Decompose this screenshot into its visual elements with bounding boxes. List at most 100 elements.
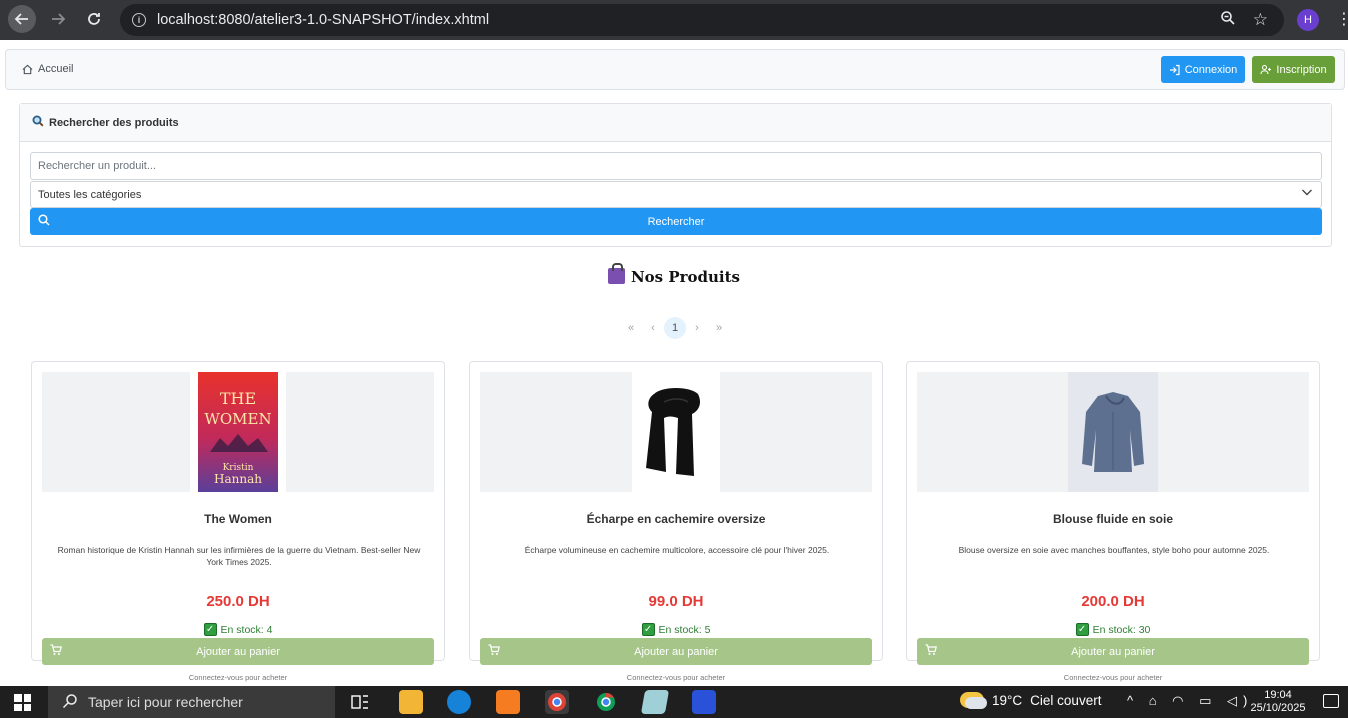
zoom-icon[interactable] [1220,10,1236,30]
search-panel-header: Rechercher des produits [20,104,1331,142]
product-price: 250.0 DH [206,593,270,610]
login-to-buy-note: Connectez-vous pour acheter [626,673,726,682]
reload-button[interactable] [80,5,108,33]
product-price: 200.0 DH [1081,593,1145,610]
reload-icon [88,13,100,25]
product-price: 99.0 DH [648,593,704,610]
register-button[interactable]: Inscription [1252,56,1335,83]
product-card: THE WOMEN Kristin Hannah The Women Roman… [31,361,445,682]
page-number-button[interactable]: 1 [664,317,686,339]
pagination: « ‹ 1 › » [620,317,730,339]
system-tray-icons[interactable]: ^ ⌂ ◠ ▭ ◁) [1127,693,1253,709]
cart-icon [50,644,62,659]
forward-button[interactable] [44,5,72,33]
task-view-icon[interactable] [348,690,372,714]
last-page-button[interactable]: » [708,317,730,339]
os-taskbar: Taper ici pour rechercher 19°C Ciel couv… [0,686,1348,718]
add-to-cart-label: Ajouter au panier [1071,645,1155,658]
cloudy-weather-icon [960,692,987,709]
bookmark-star-icon[interactable]: ☆ [1253,10,1268,30]
chrome-active-icon[interactable] [545,690,569,714]
xampp-icon[interactable] [496,690,520,714]
home-icon [22,64,33,74]
add-to-cart-label: Ajouter au panier [634,645,718,658]
products-title-text: Nos Produits [630,268,741,286]
add-to-cart-button[interactable]: Ajouter au panier [42,638,434,665]
product-description: Roman historique de Kristin Hannah sur l… [57,545,421,567]
svg-text:THE: THE [220,389,256,408]
check-icon: ✓ [1075,623,1089,636]
home-label: Accueil [38,63,74,75]
home-link[interactable]: Accueil [22,63,73,75]
product-search-input[interactable] [30,152,1322,180]
windows-start-icon[interactable] [14,694,31,711]
clock-date: 25/10/2025 [1250,702,1306,714]
site-info-icon[interactable]: i [132,13,146,27]
product-image-container: THE WOMEN Kristin Hannah [42,372,434,492]
add-to-cart-button[interactable]: Ajouter au panier [917,638,1309,665]
login-button[interactable]: Connexion [1161,56,1245,83]
notification-icon[interactable] [1323,694,1339,708]
stock-status: ✓ En stock: 5 [470,623,882,636]
product-card: Blouse fluide en soie Blouse oversize en… [906,361,1320,682]
chevron-down-icon [1301,186,1313,201]
taskbar-clock[interactable]: 19:04 25/10/2025 [1248,689,1308,715]
weather-description: Ciel couvert [1030,692,1102,708]
browser-toolbar: i localhost:8080/atelier3-1.0-SNAPSHOT/i… [0,0,1348,40]
search-panel: Rechercher des produits Toutes les catég… [19,103,1332,247]
next-page-button[interactable]: › [686,317,708,339]
check-icon: ✓ [641,623,655,636]
book-cover-image: THE WOMEN Kristin Hannah [190,372,286,492]
arrow-left-icon [14,13,28,25]
add-to-cart-label: Ajouter au panier [196,645,280,658]
stock-status: ✓ En stock: 4 [32,623,444,636]
product-image-container [480,372,872,492]
category-selected-value: Toutes les catégories [38,188,142,201]
search-icon [32,115,44,130]
add-to-cart-button[interactable]: Ajouter au panier [480,638,872,665]
top-navbar: Accueil Connexion Inscription [5,49,1345,90]
weather-widget[interactable]: 19°C Ciel couvert [960,692,1102,709]
arrow-right-icon [52,13,66,25]
stock-text: En stock: 30 [1092,623,1151,636]
login-to-buy-note: Connectez-vous pour acheter [1063,673,1163,682]
blouse-image [1068,372,1158,492]
address-bar[interactable]: i localhost:8080/atelier3-1.0-SNAPSHOT/i… [120,4,1284,36]
file-explorer-icon[interactable] [399,690,423,714]
category-select[interactable]: Toutes les catégories [30,181,1322,208]
search-button[interactable]: Rechercher [30,208,1322,235]
stock-text: En stock: 5 [658,623,711,636]
weather-temperature: 19°C [992,692,1023,708]
notepad-icon[interactable] [640,690,670,714]
clock-time: 19:04 [1264,689,1292,701]
url-text[interactable]: localhost:8080/atelier3-1.0-SNAPSHOT/ind… [157,12,489,28]
edge-browser-icon[interactable] [447,690,471,714]
cart-icon [925,644,937,659]
stock-text: En stock: 4 [220,623,273,636]
search-icon [62,693,78,713]
register-label: Inscription [1276,63,1327,76]
product-image-container [917,372,1309,492]
first-page-button[interactable]: « [620,317,642,339]
search-panel-title: Rechercher des produits [49,116,179,129]
sign-in-icon [1169,64,1180,75]
product-description: Écharpe volumineuse en cachemire multico… [524,545,830,555]
check-icon: ✓ [203,623,217,636]
products-section-title: Nos Produits [0,263,1348,286]
shopping-bags-icon [607,263,625,284]
profile-avatar[interactable]: H [1297,9,1319,31]
login-label: Connexion [1184,63,1238,76]
taskbar-search-placeholder: Taper ici pour rechercher [88,694,243,710]
product-name: The Women [204,512,272,526]
intellij-icon[interactable] [692,690,716,714]
chrome-icon[interactable] [594,690,618,714]
browser-menu-icon[interactable]: ⋮ [1336,9,1348,31]
svg-text:WOMEN: WOMEN [204,410,271,428]
scarf-image [632,372,720,492]
stock-status: ✓ En stock: 30 [907,623,1319,636]
taskbar-search[interactable]: Taper ici pour rechercher [48,686,335,718]
back-button[interactable] [8,5,36,33]
product-card: Écharpe en cachemire oversize Écharpe vo… [469,361,883,682]
login-to-buy-note: Connectez-vous pour acheter [188,673,288,682]
prev-page-button[interactable]: ‹ [642,317,664,339]
